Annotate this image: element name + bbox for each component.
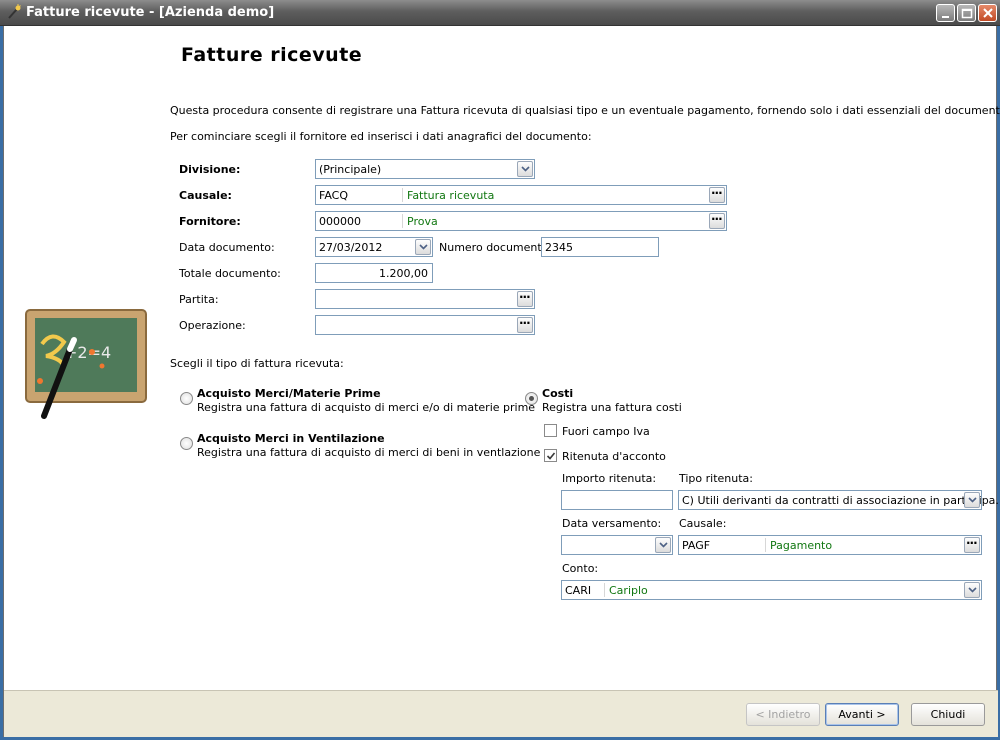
option-costi-subtitle: Registra una fattura costi <box>542 401 682 414</box>
totale-documento-input[interactable]: 1.200,00 <box>315 263 433 283</box>
radio-costi[interactable] <box>525 392 538 405</box>
application-window: Fatture ricevute - [Azienda demo] Fattur… <box>0 0 1000 740</box>
invoice-type-prompt: Scegli il tipo di fattura ricevuta: <box>170 357 344 370</box>
page-title: Fatture ricevute <box>181 44 363 66</box>
close-window-button[interactable] <box>978 4 997 22</box>
field-separator <box>765 538 766 552</box>
causale-pagamento-browse-button[interactable]: ··· <box>964 536 980 553</box>
option-acquisto-merci-subtitle: Registra una fattura di acquisto di merc… <box>197 401 536 414</box>
conto-code: CARI <box>565 584 592 597</box>
ellipsis-icon: ··· <box>519 290 531 304</box>
fuori-campo-iva-label[interactable]: Fuori campo Iva <box>562 425 650 438</box>
divisione-select[interactable]: (Principale) <box>315 159 535 179</box>
chevron-down-icon <box>521 166 530 172</box>
conto-dropdown-button[interactable] <box>964 582 980 598</box>
importo-ritenuta-label: Importo ritenuta: <box>562 472 657 485</box>
causale-pagamento-description: Pagamento <box>770 539 833 552</box>
numero-documento-input[interactable]: 2345 <box>541 237 659 257</box>
numero-documento-value: 2345 <box>545 241 573 254</box>
minimize-icon <box>942 16 949 18</box>
checkmark-icon <box>546 452 556 460</box>
causale-pagamento-label: Causale: <box>679 517 727 530</box>
back-button[interactable]: < Indietro <box>746 703 820 726</box>
field-separator <box>604 583 605 597</box>
importo-ritenuta-input[interactable] <box>561 490 673 510</box>
ritenuta-acconto-label[interactable]: Ritenuta d'acconto <box>562 450 666 463</box>
ellipsis-icon: ··· <box>519 316 531 330</box>
fornitore-field[interactable]: 000000 Prova ··· <box>315 211 727 231</box>
fornitore-label: Fornitore: <box>179 215 241 228</box>
causale-browse-button[interactable]: ··· <box>709 186 725 203</box>
option-acquisto-merci-title[interactable]: Acquisto Merci/Materie Prime <box>197 387 381 400</box>
instruction-text: Per cominciare scegli il fornitore ed in… <box>170 130 592 143</box>
intro-text: Questa procedura consente di registrare … <box>170 104 1000 117</box>
chevron-down-icon <box>968 587 977 593</box>
partita-label: Partita: <box>179 293 219 306</box>
option-costi-title[interactable]: Costi <box>542 387 573 400</box>
chevron-down-icon <box>419 244 428 250</box>
tipo-ritenuta-dropdown-button[interactable] <box>964 492 980 508</box>
data-versamento-dropdown-button[interactable] <box>655 537 671 553</box>
ellipsis-icon: ··· <box>966 536 978 550</box>
ellipsis-icon: ··· <box>711 186 723 200</box>
chalkboard-wizard-illustration: +2=4 <box>25 309 147 419</box>
conto-label: Conto: <box>562 562 599 575</box>
fornitore-description: Prova <box>407 215 438 228</box>
close-button[interactable]: Chiudi <box>911 703 985 726</box>
data-documento-label: Data documento: <box>179 241 275 254</box>
option-ventilazione-title[interactable]: Acquisto Merci in Ventilazione <box>197 432 385 445</box>
operazione-field[interactable]: ··· <box>315 315 535 335</box>
maximize-button[interactable] <box>957 4 976 22</box>
divisione-label: Divisione: <box>179 163 241 176</box>
totale-documento-value: 1.200,00 <box>379 267 428 280</box>
partita-browse-button[interactable]: ··· <box>517 290 533 307</box>
maximize-icon <box>961 8 973 19</box>
conto-description: Cariplo <box>609 584 648 597</box>
tipo-ritenuta-value: C) Utili derivanti da contratti di assoc… <box>682 494 1000 507</box>
divisione-value: (Principale) <box>319 163 382 176</box>
causale-code: FACQ <box>319 189 348 202</box>
data-documento-picker[interactable]: 27/03/2012 <box>315 237 433 257</box>
minimize-button[interactable] <box>936 4 955 22</box>
operazione-label: Operazione: <box>179 319 246 332</box>
fornitore-browse-button[interactable]: ··· <box>709 212 725 229</box>
tipo-ritenuta-select[interactable]: C) Utili derivanti da contratti di assoc… <box>678 490 1000 510</box>
ritenuta-acconto-checkbox[interactable] <box>544 449 557 462</box>
numero-documento-label: Numero documento: <box>439 241 553 254</box>
option-ventilazione-subtitle: Registra una fattura di acquisto di merc… <box>197 446 541 459</box>
causale-pagamento-code: PAGF <box>682 539 711 552</box>
ellipsis-icon: ··· <box>711 212 723 226</box>
data-documento-dropdown-button[interactable] <box>415 239 431 255</box>
wizard-footer: < Indietro Avanti > Chiudi <box>4 690 998 737</box>
field-separator <box>402 214 403 228</box>
causale-description: Fattura ricevuta <box>407 189 495 202</box>
tipo-ritenuta-label: Tipo ritenuta: <box>679 472 754 485</box>
close-icon <box>983 8 993 18</box>
causale-label: Causale: <box>179 189 232 202</box>
operazione-browse-button[interactable]: ··· <box>517 316 533 333</box>
chevron-down-icon <box>968 497 977 503</box>
divisione-dropdown-button[interactable] <box>517 161 533 177</box>
data-documento-value: 27/03/2012 <box>319 241 383 254</box>
wizard-panel: Fatture ricevute Questa procedura consen… <box>3 26 1000 737</box>
radio-acquisto-merci[interactable] <box>180 392 193 405</box>
radio-acquisto-ventilazione[interactable] <box>180 437 193 450</box>
conto-select[interactable]: CARI Cariplo <box>561 580 982 600</box>
partita-field[interactable]: ··· <box>315 289 535 309</box>
causale-pagamento-field[interactable]: PAGF Pagamento ··· <box>678 535 982 555</box>
fuori-campo-iva-checkbox[interactable] <box>544 424 557 437</box>
fornitore-code: 000000 <box>319 215 361 228</box>
causale-field[interactable]: FACQ Fattura ricevuta ··· <box>315 185 727 205</box>
field-separator <box>402 188 403 202</box>
magic-wand-icon <box>8 4 21 19</box>
chevron-down-icon <box>659 542 668 548</box>
data-versamento-picker[interactable] <box>561 535 673 555</box>
next-button[interactable]: Avanti > <box>825 703 899 726</box>
radio-selected-dot <box>529 396 534 401</box>
data-versamento-label: Data versamento: <box>562 517 662 530</box>
window-title: Fatture ricevute - [Azienda demo] <box>26 5 275 20</box>
totale-documento-label: Totale documento: <box>179 267 281 280</box>
title-bar[interactable]: Fatture ricevute - [Azienda demo] <box>0 0 1000 26</box>
